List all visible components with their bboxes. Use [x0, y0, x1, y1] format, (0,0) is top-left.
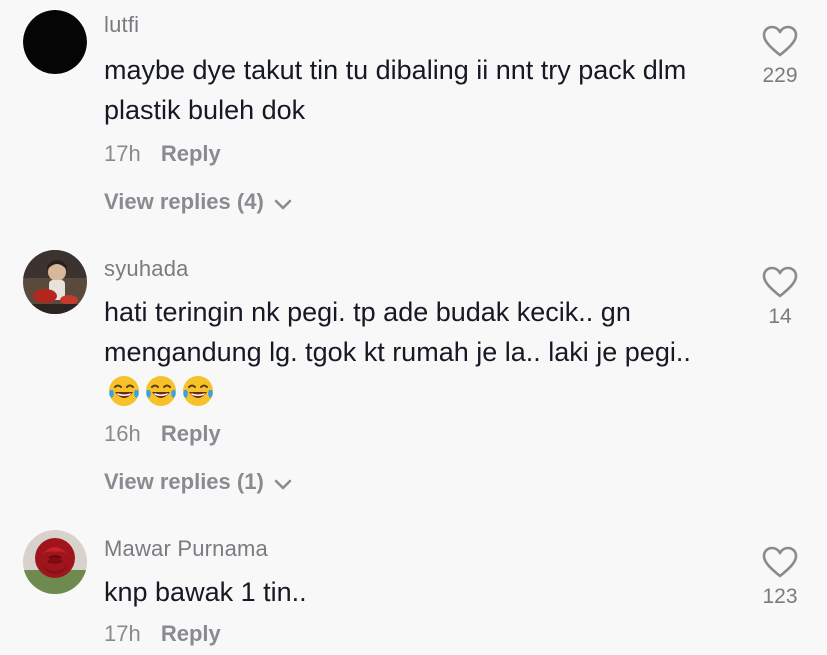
comment-timestamp: 17h	[104, 621, 141, 646]
reply-button[interactable]: Reply	[161, 421, 221, 446]
comment-text: knp bawak 1 tin..	[104, 577, 307, 607]
reply-button[interactable]: Reply	[161, 141, 221, 166]
like-count: 229	[762, 64, 798, 87]
view-replies-button[interactable]: View replies (1)	[104, 469, 292, 495]
comment-username[interactable]: Mawar Purnama	[104, 536, 268, 562]
avatar-image	[23, 530, 87, 594]
comment-meta: 17h Reply	[104, 141, 221, 167]
tears-of-joy-emoji	[146, 376, 176, 406]
comment-text: hati teringin nk pegi. tp ade budak keci…	[104, 292, 724, 412]
comment-text-body: hati teringin nk pegi. tp ade budak keci…	[104, 297, 691, 367]
comment-text: maybe dye takut tin tu dibaling ii nnt t…	[104, 55, 687, 125]
view-replies-label: View replies (1)	[104, 469, 264, 494]
avatar[interactable]	[23, 250, 87, 314]
chevron-down-icon	[274, 199, 292, 210]
comment-username[interactable]: syuhada	[104, 256, 189, 282]
like-count: 123	[762, 585, 798, 608]
view-replies-label: View replies (4)	[104, 189, 264, 214]
avatar[interactable]	[23, 10, 87, 74]
tears-of-joy-emoji	[183, 376, 213, 406]
heart-icon[interactable]	[762, 266, 798, 299]
comment-meta: 17h Reply	[104, 621, 221, 647]
like-count: 14	[768, 305, 792, 328]
like-group: 14	[750, 266, 810, 329]
tears-of-joy-emoji	[109, 376, 139, 406]
like-group: 229	[750, 25, 810, 88]
heart-icon[interactable]	[762, 546, 798, 579]
comment-username[interactable]: lutfi	[104, 12, 139, 38]
heart-icon[interactable]	[762, 25, 798, 58]
chevron-down-icon	[274, 479, 292, 490]
avatar[interactable]	[23, 530, 87, 594]
comment-meta: 16h Reply	[104, 421, 221, 447]
comment-timestamp: 16h	[104, 421, 141, 446]
like-group: 123	[750, 546, 810, 609]
reply-button[interactable]: Reply	[161, 621, 221, 646]
comment-timestamp: 17h	[104, 141, 141, 166]
avatar-image	[23, 10, 87, 74]
avatar-image	[23, 250, 87, 314]
view-replies-button[interactable]: View replies (4)	[104, 189, 292, 215]
